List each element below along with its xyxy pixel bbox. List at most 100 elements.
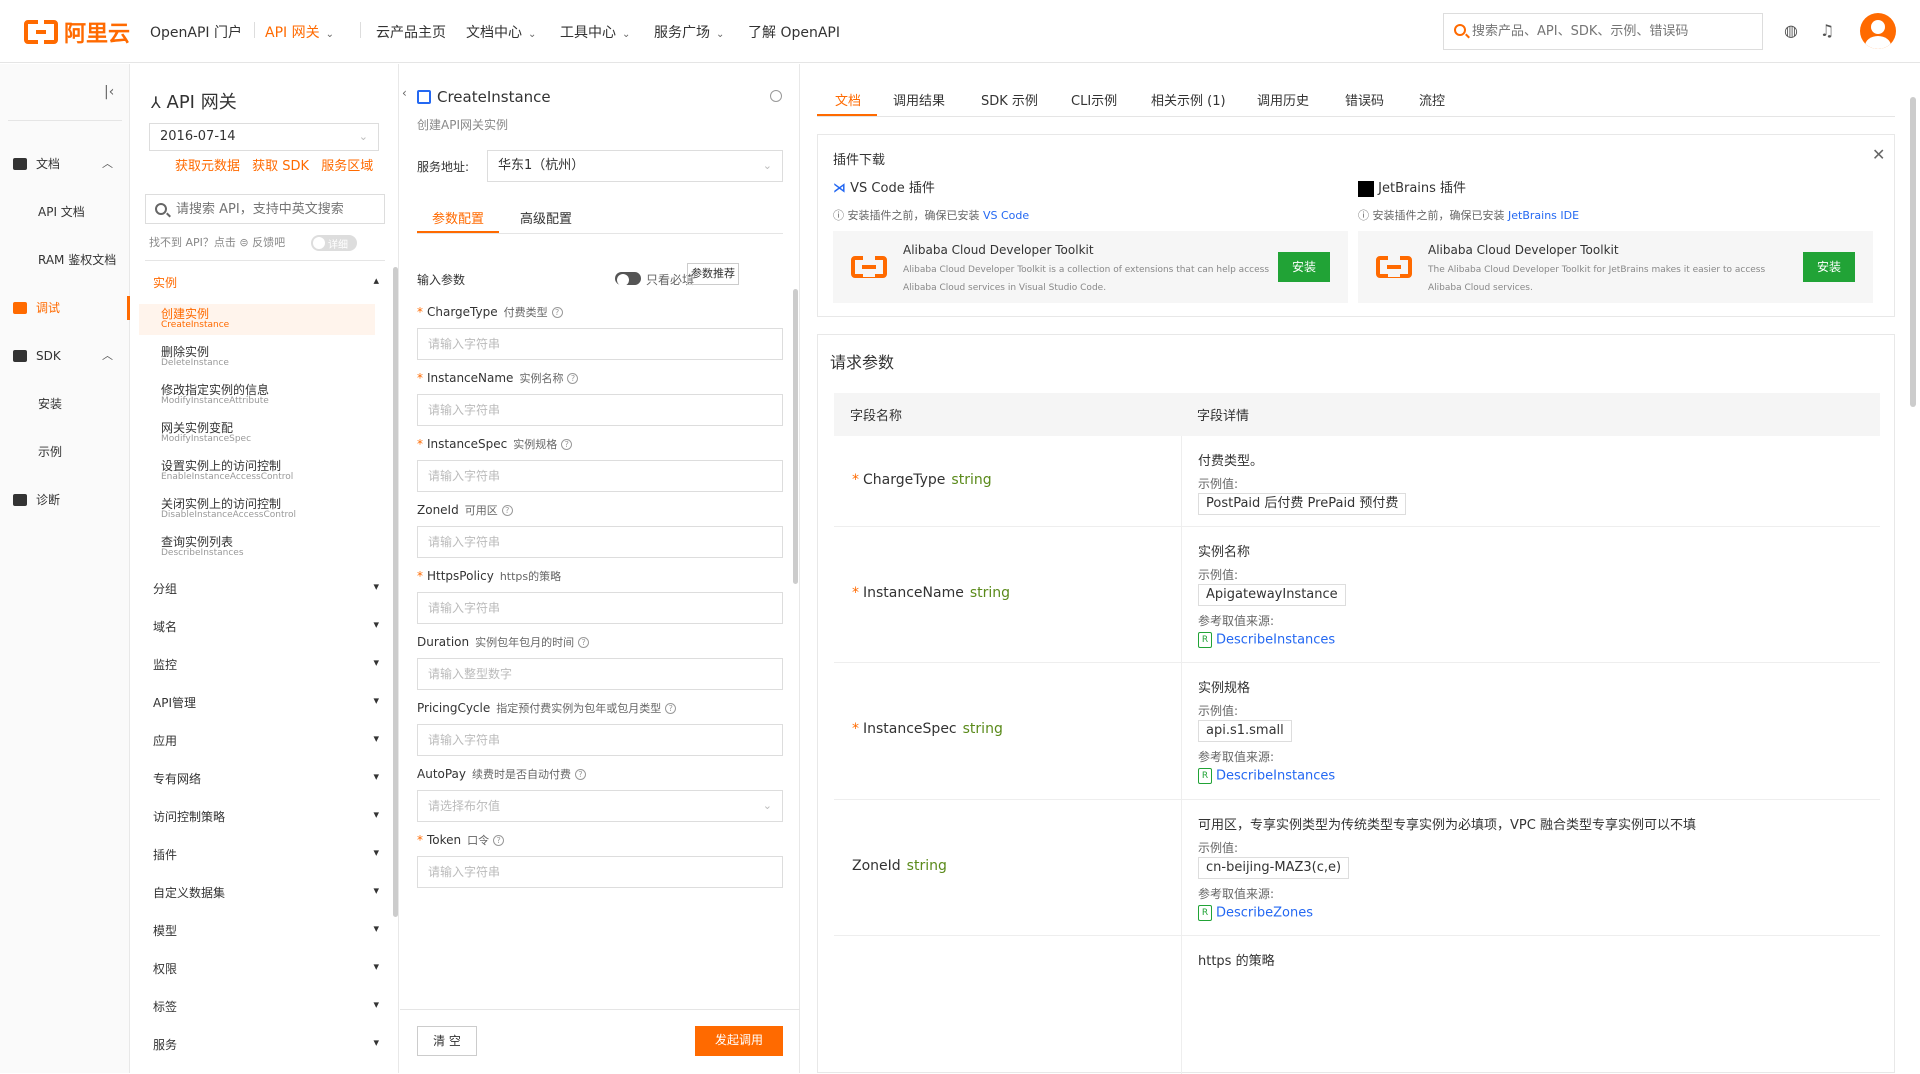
tab-error-codes[interactable]: 错误码: [1345, 90, 1384, 109]
tree-group-models[interactable]: 模型 ▾: [153, 922, 379, 939]
global-search[interactable]: [1443, 13, 1763, 50]
tree-group-plugins[interactable]: 插件 ▾: [153, 846, 379, 863]
instancename-input[interactable]: 请输入字符串: [417, 394, 783, 426]
tab-sdk-example[interactable]: SDK 示例: [981, 90, 1038, 109]
tab-docs[interactable]: 文档: [835, 90, 861, 109]
help-icon[interactable]: ?: [665, 703, 677, 714]
invoke-button[interactable]: 发起调用: [695, 1026, 783, 1056]
tree-group-tags[interactable]: 标签 ▾: [153, 998, 379, 1015]
tree-group-acl[interactable]: 访问控制策略 ▾: [153, 808, 379, 825]
tab-advanced-config[interactable]: 高级配置: [520, 208, 572, 227]
tree-leaf-modify-attribute[interactable]: 修改指定实例的信息 ModifyInstanceAttribute: [139, 380, 375, 411]
rail-item-sdk[interactable]: SDK ︿: [0, 344, 130, 368]
nav-openapi-portal[interactable]: OpenAPI 门户: [150, 22, 242, 42]
nav-service-plaza[interactable]: 服务广场 ⌄: [654, 22, 724, 42]
rail-item-install[interactable]: 安装: [38, 395, 62, 412]
token-input[interactable]: 请输入字符串: [417, 856, 783, 888]
nav-product-home[interactable]: 云产品主页: [376, 22, 446, 42]
tree-group-apps[interactable]: 应用 ▾: [153, 732, 379, 749]
httpspolicy-input[interactable]: 请输入字符串: [417, 592, 783, 624]
settings-icon[interactable]: [770, 90, 782, 102]
tree-leaf-describe-instances[interactable]: 查询实例列表 DescribeInstances: [139, 532, 375, 563]
param-name: InstanceName: [863, 585, 964, 601]
tree-group-vpc[interactable]: 专有网络 ▾: [153, 770, 379, 787]
tree-leaf-disable-access-control[interactable]: 关闭实例上的访问控制 DisableInstanceAccessControl: [139, 494, 375, 525]
collapse-tree-icon[interactable]: ‹: [402, 86, 407, 100]
help-icon[interactable]: ?: [567, 373, 579, 384]
tree-group-services[interactable]: 服务 ▾: [153, 1036, 379, 1053]
only-required-toggle[interactable]: [615, 272, 641, 286]
user-avatar[interactable]: [1860, 13, 1896, 49]
nav-tool-center[interactable]: 工具中心 ⌄: [560, 22, 630, 42]
feedback-hint[interactable]: 找不到 API？点击 ⊜ 反馈吧: [149, 234, 285, 250]
field-name: AutoPay: [417, 767, 467, 781]
rail-item-diagnose[interactable]: 诊断: [0, 488, 130, 512]
tree-leaf-enable-access-control[interactable]: 设置实例上的访问控制 EnableInstanceAccessControl: [139, 456, 375, 487]
help-icon[interactable]: ?: [501, 505, 513, 516]
ref-link[interactable]: R DescribeInstances: [1198, 768, 1335, 784]
help-icon[interactable]: ?: [561, 439, 573, 450]
ref-link[interactable]: R DescribeZones: [1198, 905, 1313, 921]
tab-call-result[interactable]: 调用结果: [893, 90, 945, 109]
field-desc: 实例包年包月的时间: [475, 636, 575, 649]
global-search-input[interactable]: [1472, 14, 1752, 48]
rail-item-debug[interactable]: 调试: [0, 296, 130, 320]
service-region-link[interactable]: 服务区域: [321, 159, 373, 174]
param-recommend-button[interactable]: 参数推荐: [687, 263, 739, 285]
rail-item-examples[interactable]: 示例: [38, 443, 62, 460]
doc-scrollbar[interactable]: [1910, 97, 1916, 407]
nav-api-gateway[interactable]: API 网关 ⌄: [265, 22, 334, 42]
tab-cli-example[interactable]: CLI示例: [1071, 90, 1117, 109]
nav-about-openapi[interactable]: 了解 OpenAPI: [748, 22, 840, 42]
tree-leaf-create-instance[interactable]: 创建实例 CreateInstance: [139, 304, 375, 335]
endpoint-select[interactable]: 华东1（杭州） ⌄: [487, 150, 783, 182]
tab-related-examples[interactable]: 相关示例 (1): [1151, 90, 1226, 109]
tree-leaf-modify-spec[interactable]: 网关实例变配 ModifyInstanceSpec: [139, 418, 375, 449]
rail-item-label: SDK: [36, 349, 61, 363]
install-vscode-button[interactable]: 安装: [1278, 252, 1330, 282]
tree-group-monitor[interactable]: 监控 ▾: [153, 656, 379, 673]
tree-group-permissions[interactable]: 权限 ▾: [153, 960, 379, 977]
clear-button[interactable]: 清 空: [417, 1026, 477, 1056]
duration-input[interactable]: 请输入整型数字: [417, 658, 783, 690]
tree-leaf-delete-instance[interactable]: 删除实例 DeleteInstance: [139, 342, 375, 373]
tree-group-domains[interactable]: 域名 ▾: [153, 618, 379, 635]
nav-doc-center[interactable]: 文档中心 ⌄: [466, 22, 536, 42]
tab-param-config[interactable]: 参数配置: [432, 208, 484, 227]
help-icon[interactable]: ?: [578, 637, 590, 648]
close-icon[interactable]: ✕: [1872, 145, 1885, 164]
detail-toggle[interactable]: 详细: [311, 235, 357, 251]
get-metadata-link[interactable]: 获取元数据: [175, 159, 240, 174]
jetbrains-link[interactable]: JetBrains IDE: [1508, 209, 1579, 222]
tree-scrollbar[interactable]: [393, 267, 398, 917]
pricingcycle-input[interactable]: 请输入字符串: [417, 724, 783, 756]
help-icon[interactable]: ?: [551, 307, 563, 318]
bell-icon[interactable]: ♫: [1818, 22, 1836, 40]
install-jetbrains-button[interactable]: 安装: [1803, 252, 1855, 282]
get-sdk-link[interactable]: 获取 SDK: [252, 159, 309, 174]
instancespec-input[interactable]: 请输入字符串: [417, 460, 783, 492]
collapse-sidebar-icon[interactable]: |‹: [104, 84, 114, 100]
rail-item-ram-docs[interactable]: RAM 鉴权文档: [38, 251, 116, 268]
chargetype-input[interactable]: 请输入字符串: [417, 328, 783, 360]
ref-link[interactable]: R DescribeInstances: [1198, 632, 1335, 648]
rail-item-api-docs[interactable]: API 文档: [38, 203, 85, 220]
autopay-select[interactable]: 请选择布尔值 ⌄: [417, 790, 783, 822]
rail-item-docs[interactable]: 文档 ︿: [0, 152, 130, 176]
tree-group-groups[interactable]: 分组 ▾: [153, 580, 379, 597]
api-search[interactable]: [145, 194, 385, 224]
tree-group-api-management[interactable]: API管理 ▾: [153, 694, 379, 711]
vscode-link[interactable]: VS Code: [983, 209, 1029, 222]
param-scrollbar[interactable]: [793, 289, 798, 584]
zoneid-input[interactable]: 请输入字符串: [417, 526, 783, 558]
help-icon[interactable]: ?: [493, 835, 505, 846]
tab-flow-control[interactable]: 流控: [1419, 90, 1445, 109]
language-globe-icon[interactable]: ◍: [1782, 22, 1800, 40]
version-select[interactable]: 2016-07-14 ⌄: [149, 123, 379, 151]
tree-group-datasets[interactable]: 自定义数据集 ▾: [153, 884, 379, 901]
api-search-input[interactable]: [176, 195, 376, 223]
aliyun-logo[interactable]: 阿里云: [24, 16, 130, 48]
tree-group-instance[interactable]: 实例 ▴: [153, 274, 379, 291]
help-icon[interactable]: ?: [575, 769, 587, 780]
tab-call-history[interactable]: 调用历史: [1257, 90, 1309, 109]
